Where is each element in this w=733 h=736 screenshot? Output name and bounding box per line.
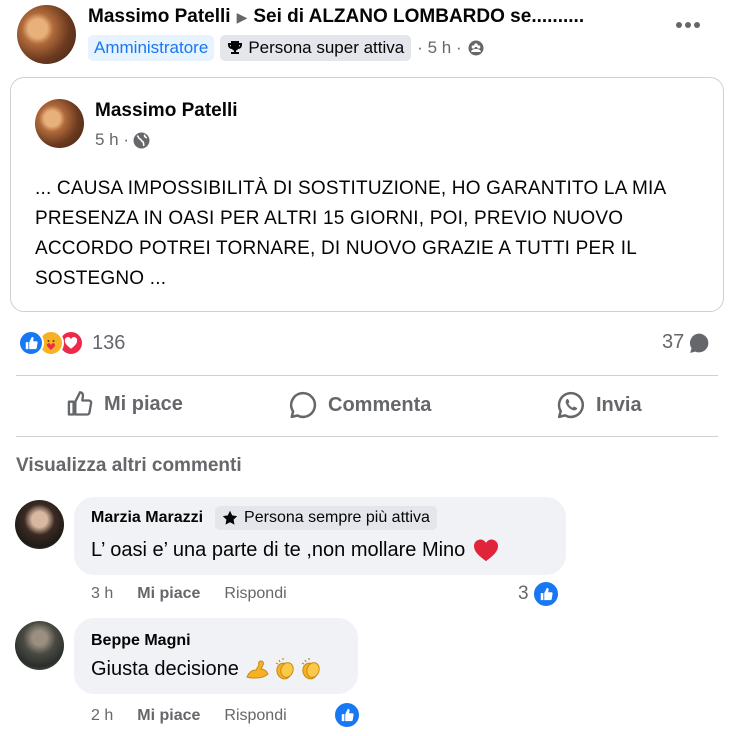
admin-badge[interactable]: Amministratore bbox=[88, 35, 215, 61]
comment-bubble bbox=[74, 618, 358, 694]
comment-label: Commenta bbox=[328, 393, 432, 416]
shared-author-name[interactable]: Massimo Patelli bbox=[95, 100, 238, 122]
comment-time[interactable]: 3 h bbox=[91, 585, 113, 603]
triangle-right-icon: ▶ bbox=[236, 8, 248, 25]
shared-post-time[interactable]: 5 h · bbox=[95, 130, 129, 150]
reactions-count[interactable]: 136 bbox=[92, 332, 125, 355]
clapping-hands-icon bbox=[275, 658, 294, 680]
flexed-biceps-icon bbox=[246, 660, 269, 679]
commenter-name[interactable]: Beppe Magni bbox=[91, 632, 191, 650]
divider-top bbox=[16, 375, 718, 376]
author-avatar[interactable] bbox=[17, 5, 76, 64]
comment-likes-count: 3 bbox=[518, 583, 529, 604]
comment-text: L’ oasi e’ una parte di te ,non mollare … bbox=[91, 538, 466, 561]
active-badge-label: Persona sempre più attiva bbox=[244, 509, 430, 526]
comment-like-link[interactable]: Mi piace bbox=[137, 707, 200, 725]
comment-like-link[interactable]: Mi piace bbox=[137, 585, 200, 603]
like-button[interactable]: Mi piace bbox=[66, 390, 183, 418]
red-heart-icon bbox=[474, 539, 499, 562]
thumbs-up-icon bbox=[67, 391, 93, 416]
comment-time[interactable]: 2 h bbox=[91, 707, 113, 725]
super-active-label: Persona super attiva bbox=[248, 38, 405, 57]
comment-likes[interactable]: 3 bbox=[518, 580, 560, 608]
reactions-summary[interactable]: 136 bbox=[18, 330, 125, 356]
send-button[interactable]: Invia bbox=[556, 390, 642, 420]
group-name[interactable]: Sei di ALZANO LOMBARDO se.......... bbox=[253, 6, 584, 28]
comment-bubble-icon bbox=[690, 333, 709, 353]
like-reaction-icon bbox=[18, 330, 44, 356]
whatsapp-icon bbox=[557, 391, 585, 419]
post-time[interactable]: · 5 h · bbox=[417, 38, 461, 58]
star-icon bbox=[222, 510, 238, 525]
more-options-icon[interactable] bbox=[676, 22, 700, 28]
like-reaction-icon bbox=[531, 580, 560, 608]
clapping-hands-icon bbox=[301, 658, 320, 680]
view-more-comments-link[interactable]: Visualizza altri commenti bbox=[16, 455, 242, 477]
divider-bottom bbox=[16, 436, 718, 437]
shared-post-card[interactable]: Massimo Patelli 5 h · ... CAUSA IMPOSSIB… bbox=[10, 77, 724, 312]
comment-reply-link[interactable]: Rispondi bbox=[224, 585, 286, 603]
emoji-reactions bbox=[245, 657, 323, 681]
comments-count[interactable]: 37 bbox=[662, 331, 710, 354]
author-name[interactable]: Massimo Patelli bbox=[88, 6, 231, 28]
shared-post-text: ... CAUSA IMPOSSIBILITÀ DI SOSTITUZIONE,… bbox=[35, 178, 666, 289]
comment-icon bbox=[290, 391, 317, 419]
globe-icon bbox=[133, 132, 150, 148]
commenter-avatar[interactable] bbox=[15, 500, 64, 549]
active-badge[interactable]: Persona sempre più attiva bbox=[215, 506, 437, 530]
commenter-avatar[interactable] bbox=[15, 621, 64, 670]
trophy-icon bbox=[228, 41, 243, 54]
comment-text: Giusta decisione bbox=[91, 657, 239, 680]
comment-button[interactable]: Commenta bbox=[288, 390, 431, 420]
comment-reply-link[interactable]: Rispondi bbox=[224, 707, 286, 725]
super-active-badge[interactable]: Persona super attiva bbox=[220, 35, 412, 61]
group-audience-icon bbox=[468, 40, 484, 56]
commenter-name[interactable]: Marzia Marazzi bbox=[91, 509, 203, 527]
send-label: Invia bbox=[596, 393, 642, 416]
like-reaction-icon[interactable] bbox=[333, 701, 361, 729]
like-label: Mi piace bbox=[104, 392, 183, 415]
shared-author-avatar[interactable] bbox=[35, 99, 84, 148]
